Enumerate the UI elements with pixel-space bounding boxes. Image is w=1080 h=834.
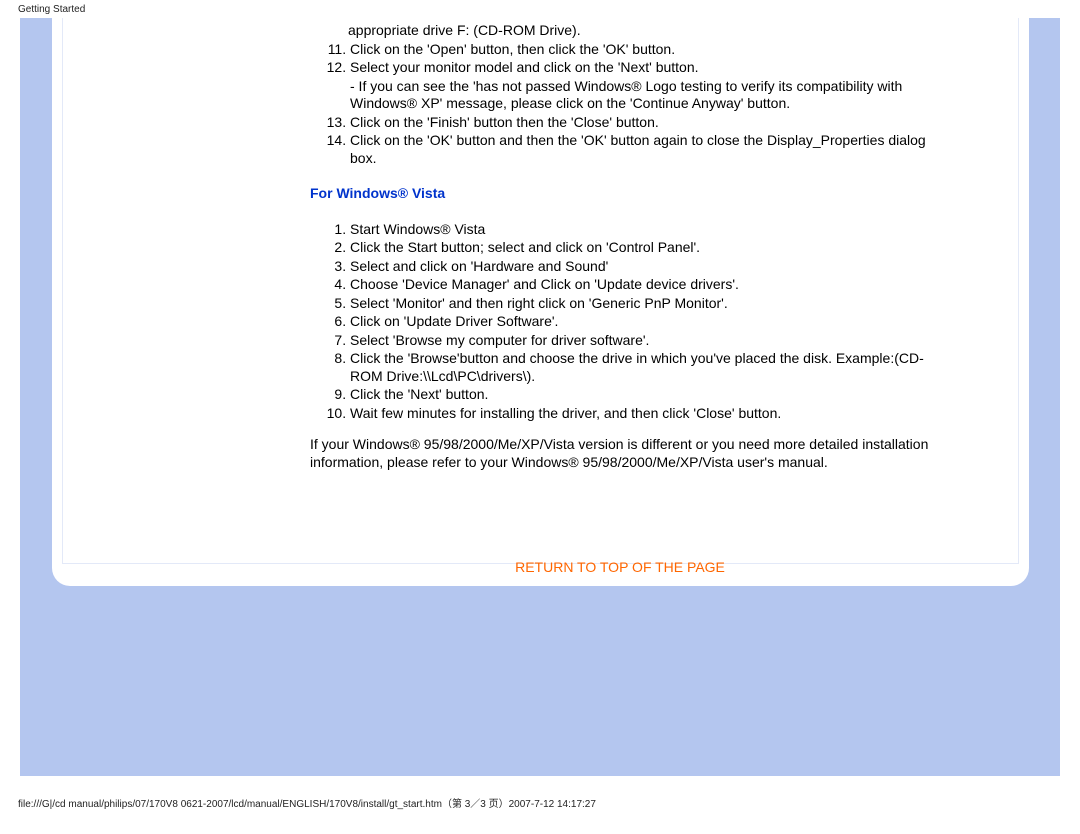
footer-path: file:///G|/cd manual/philips/07/170V8 06… (18, 795, 596, 810)
step-12: Select your monitor model and click on t… (350, 59, 930, 113)
vista-step-5: Select 'Monitor' and then right click on… (350, 295, 930, 313)
return-to-top-link[interactable]: RETURN TO TOP OF THE PAGE (310, 559, 930, 577)
step-10-tail: appropriate drive F: (CD-ROM Drive). (348, 22, 581, 38)
step-14: Click on the 'OK' button and then the 'O… (350, 132, 930, 167)
vista-step-7: Select 'Browse my computer for driver so… (350, 332, 930, 350)
vista-heading: For Windows® Vista (310, 185, 930, 203)
vista-step-8: Click the 'Browse'button and choose the … (350, 350, 930, 385)
vista-step-9: Click the 'Next' button. (350, 386, 930, 404)
content-panel: appropriate drive F: (CD-ROM Drive). Cli… (52, 18, 1029, 586)
vista-step-6: Click on 'Update Driver Software'. (350, 313, 930, 331)
closing-paragraph: If your Windows® 95/98/2000/Me/XP/Vista … (310, 436, 930, 471)
page-root: Getting Started appropriate drive F: (CD… (0, 0, 1080, 834)
vista-step-2: Click the Start button; select and click… (350, 239, 930, 257)
header-label: Getting Started (18, 4, 85, 15)
step-12-a: Select your monitor model and click on t… (350, 59, 699, 75)
vista-step-3: Select and click on 'Hardware and Sound' (350, 258, 930, 276)
vista-step-10: Wait few minutes for installing the driv… (350, 405, 930, 423)
vista-step-1: Start Windows® Vista (350, 221, 930, 239)
document-content: appropriate drive F: (CD-ROM Drive). Cli… (310, 22, 930, 577)
step-11: Click on the 'Open' button, then click t… (350, 41, 930, 59)
vista-steps: Start Windows® Vista Click the Start but… (310, 221, 930, 423)
vista-step-4: Choose 'Device Manager' and Click on 'Up… (350, 276, 930, 294)
step-13: Click on the 'Finish' button then the 'C… (350, 114, 930, 132)
step-12-b: - If you can see the 'has not passed Win… (350, 78, 930, 113)
winxp-steps-continued: appropriate drive F: (CD-ROM Drive). Cli… (310, 22, 930, 167)
